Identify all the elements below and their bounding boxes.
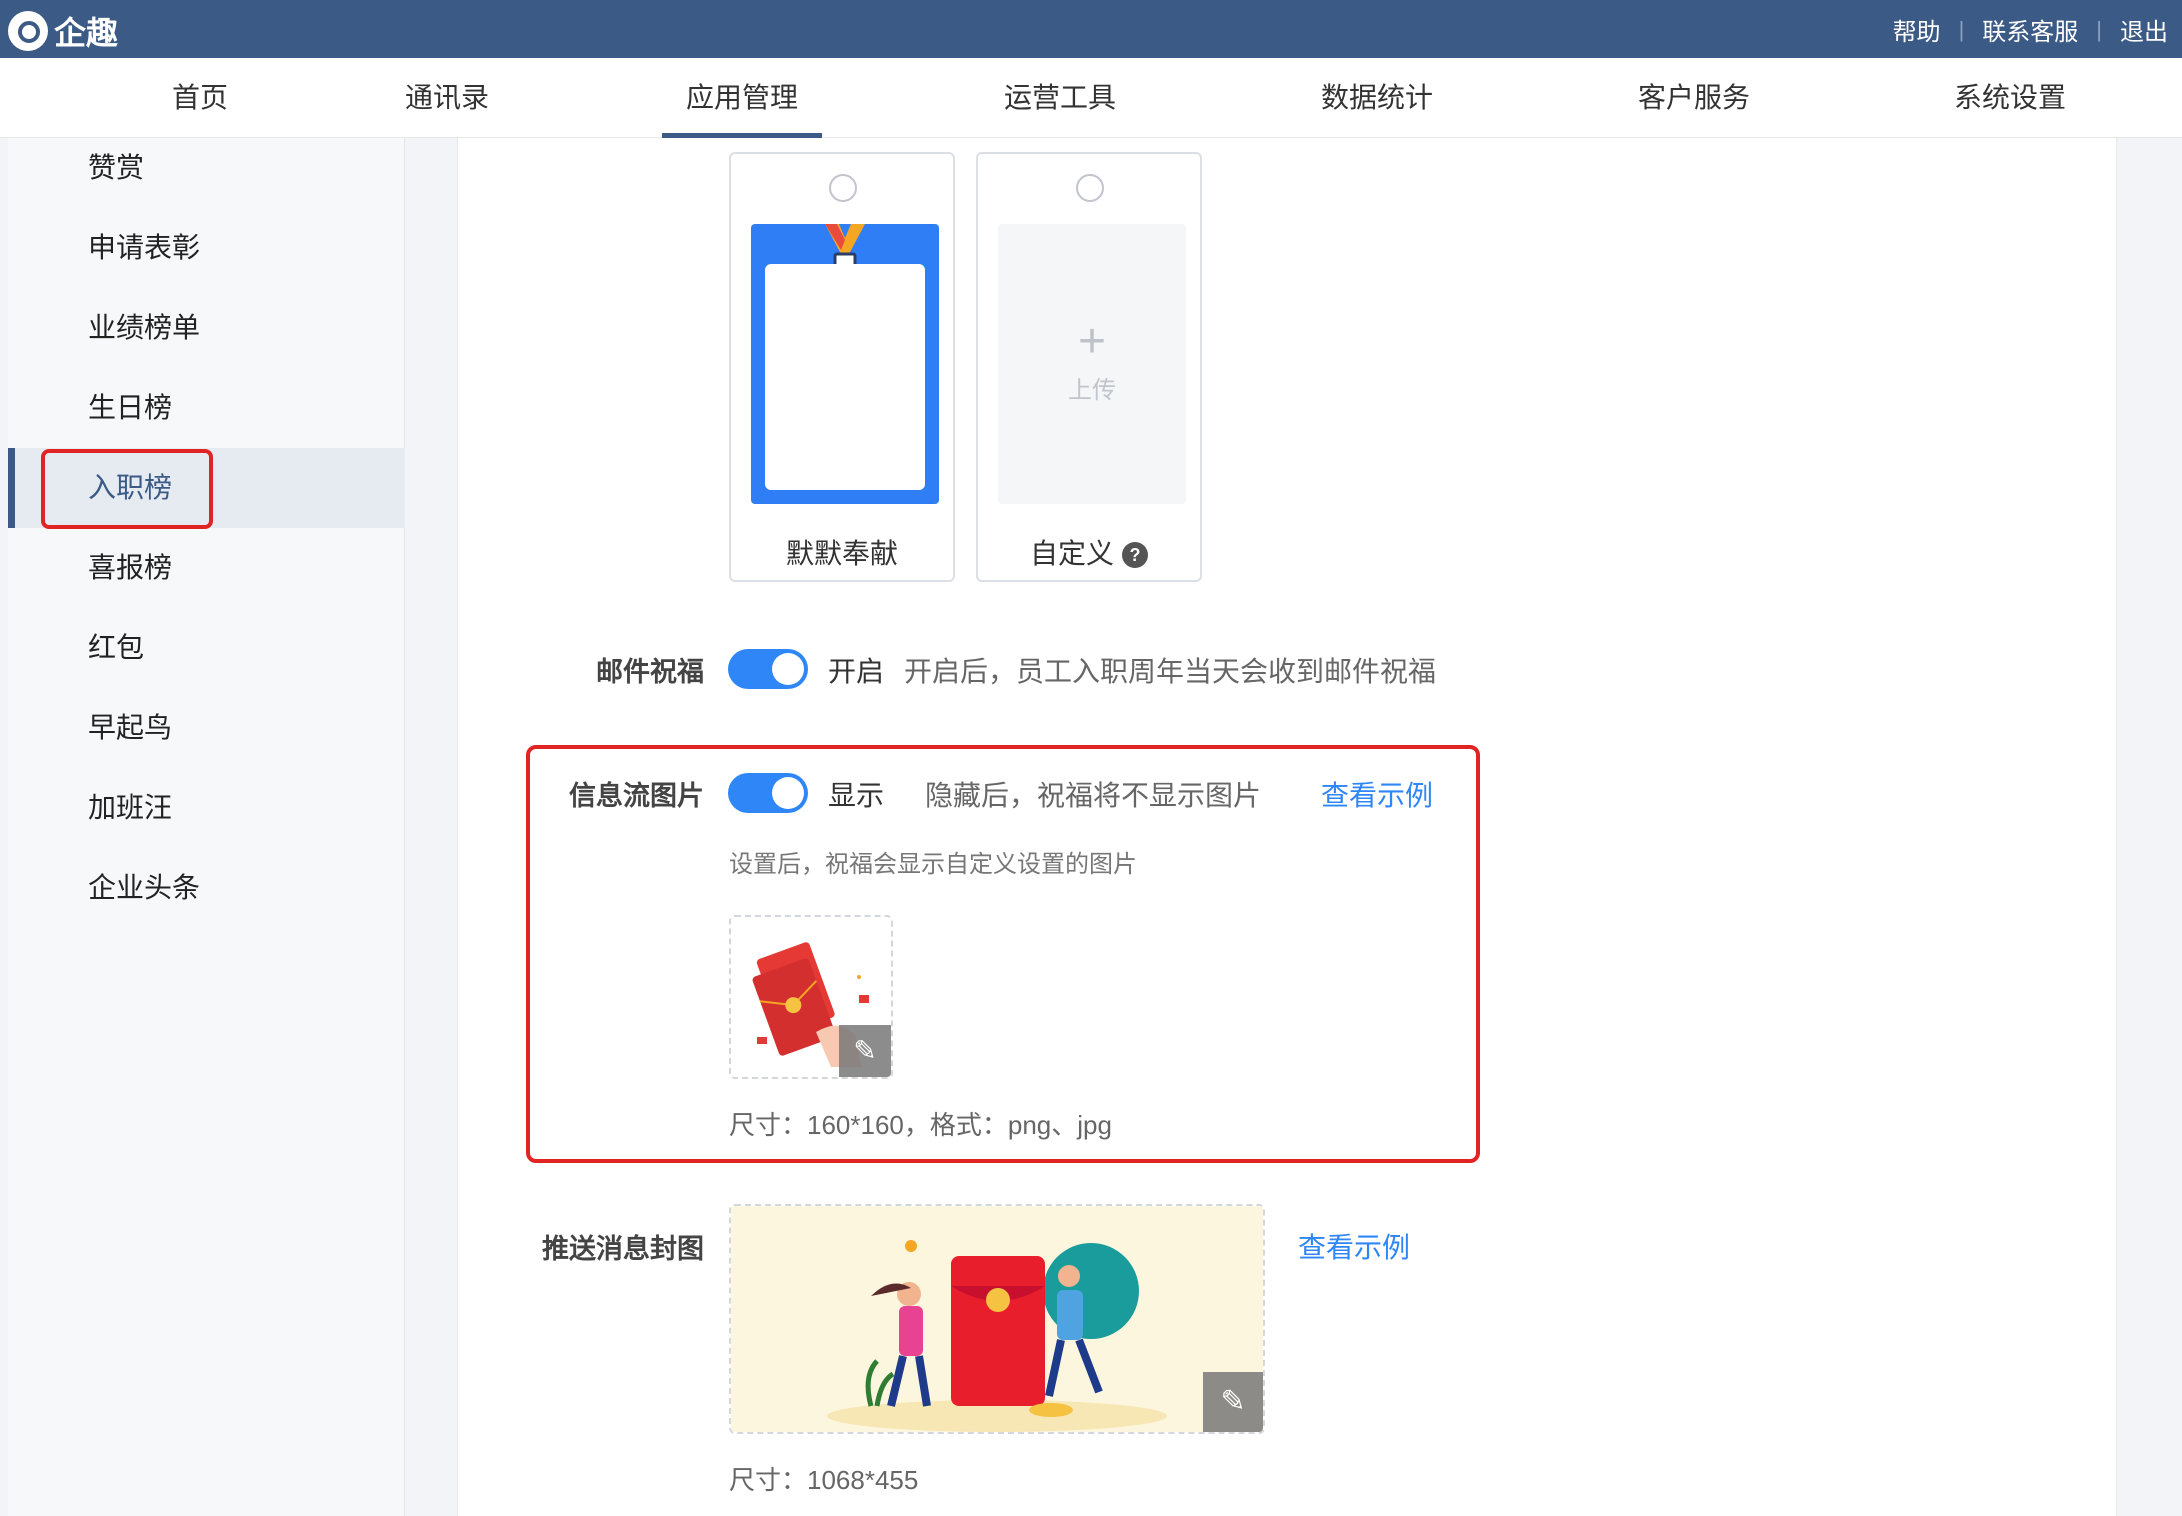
template-label: 默默奉献: [785, 538, 898, 569]
divider: |: [2096, 16, 2102, 42]
template-label: 自定义: [1029, 538, 1114, 569]
feed-image-thumbnail[interactable]: ✎: [729, 915, 893, 1079]
sidebar: 赞赏 申请表彰 业绩榜单 生日榜 入职榜 喜报榜 红包 早起鸟 加班汪 企业头条: [8, 138, 405, 1516]
contact-support-link[interactable]: 联系客服: [1982, 12, 2078, 47]
badge-illustration: [751, 224, 939, 504]
nav-customer-service[interactable]: 客户服务: [1614, 58, 1774, 138]
logout-link[interactable]: 退出: [2120, 12, 2168, 47]
help-link[interactable]: 帮助: [1893, 12, 1941, 47]
email-blessing-label: 邮件祝福: [596, 657, 704, 687]
sidebar-item-performance[interactable]: 业绩榜单: [8, 288, 405, 368]
sidebar-item-good-news[interactable]: 喜报榜: [8, 528, 405, 608]
app-logo[interactable]: 企趣: [8, 8, 118, 54]
badge-card: [765, 264, 925, 490]
divider: |: [1958, 16, 1965, 42]
feed-image-example-link[interactable]: 查看示例: [1321, 774, 1433, 814]
plus-icon: +: [1077, 315, 1107, 368]
nav-system-settings[interactable]: 系统设置: [1930, 58, 2090, 138]
sidebar-item-red-packet[interactable]: 红包: [8, 608, 405, 688]
email-description: 开启后，员工入职周年当天会收到邮件祝福: [904, 656, 1437, 687]
email-state-text: 开启: [828, 656, 885, 687]
feed-image-state-text: 显示: [828, 780, 885, 811]
nav-app-management[interactable]: 应用管理: [662, 58, 822, 138]
push-cover-label: 推送消息封图: [542, 1234, 704, 1264]
red-envelope-banner-image: [731, 1206, 1263, 1432]
feed-image-label: 信息流图片: [569, 781, 704, 811]
nav-home[interactable]: 首页: [150, 58, 250, 138]
sidebar-highlight-box: [41, 449, 213, 529]
top-links: 帮助 | 联系客服 | 退出: [1893, 12, 2168, 47]
template-label-row: 自定义?: [978, 532, 1200, 572]
nav-contacts[interactable]: 通讯录: [397, 58, 497, 138]
pencil-icon[interactable]: ✎: [1203, 1372, 1263, 1432]
sidebar-item-overtime[interactable]: 加班汪: [8, 768, 405, 848]
nav-operation-tools[interactable]: 运营工具: [980, 58, 1140, 138]
template-card-dedication[interactable]: 默默奉献: [729, 152, 955, 582]
logo-icon: [8, 11, 48, 51]
upload-area[interactable]: + 上传: [998, 224, 1186, 504]
main-nav: 首页 通讯录 应用管理 运营工具 数据统计 客户服务 系统设置: [0, 58, 2182, 138]
feed-image-description: 隐藏后，祝福将不显示图片: [925, 780, 1262, 811]
pencil-icon[interactable]: ✎: [839, 1025, 891, 1077]
push-cover-size-note: 尺寸：1068*455: [729, 1465, 919, 1495]
upload-label: 上传: [1068, 377, 1116, 404]
sidebar-item-birthday[interactable]: 生日榜: [8, 368, 405, 448]
feed-image-toggle[interactable]: [728, 773, 808, 813]
push-cover-example-link[interactable]: 查看示例: [1298, 1226, 1410, 1266]
sidebar-item-commendation[interactable]: 申请表彰: [8, 208, 405, 288]
question-circle-icon[interactable]: ?: [1122, 542, 1148, 568]
sidebar-item-appreciation[interactable]: 赞赏: [8, 128, 405, 208]
app-name: 企趣: [54, 15, 119, 51]
template-radio[interactable]: [1076, 174, 1104, 202]
feed-image-hint: 设置后，祝福会显示自定义设置的图片: [729, 851, 1137, 878]
sidebar-item-headlines[interactable]: 企业头条: [8, 848, 405, 928]
template-radio[interactable]: [829, 174, 857, 202]
top-bar: 企趣 帮助 | 联系客服 | 退出: [0, 0, 2182, 58]
push-cover-thumbnail[interactable]: ✎: [729, 1204, 1265, 1434]
feed-image-size-note: 尺寸：160*160，格式：png、jpg: [729, 1110, 1112, 1140]
email-blessing-toggle[interactable]: [728, 649, 808, 689]
sidebar-item-early-bird[interactable]: 早起鸟: [8, 688, 405, 768]
template-card-custom[interactable]: + 上传 自定义?: [976, 152, 1202, 582]
nav-data-statistics[interactable]: 数据统计: [1297, 58, 1457, 138]
